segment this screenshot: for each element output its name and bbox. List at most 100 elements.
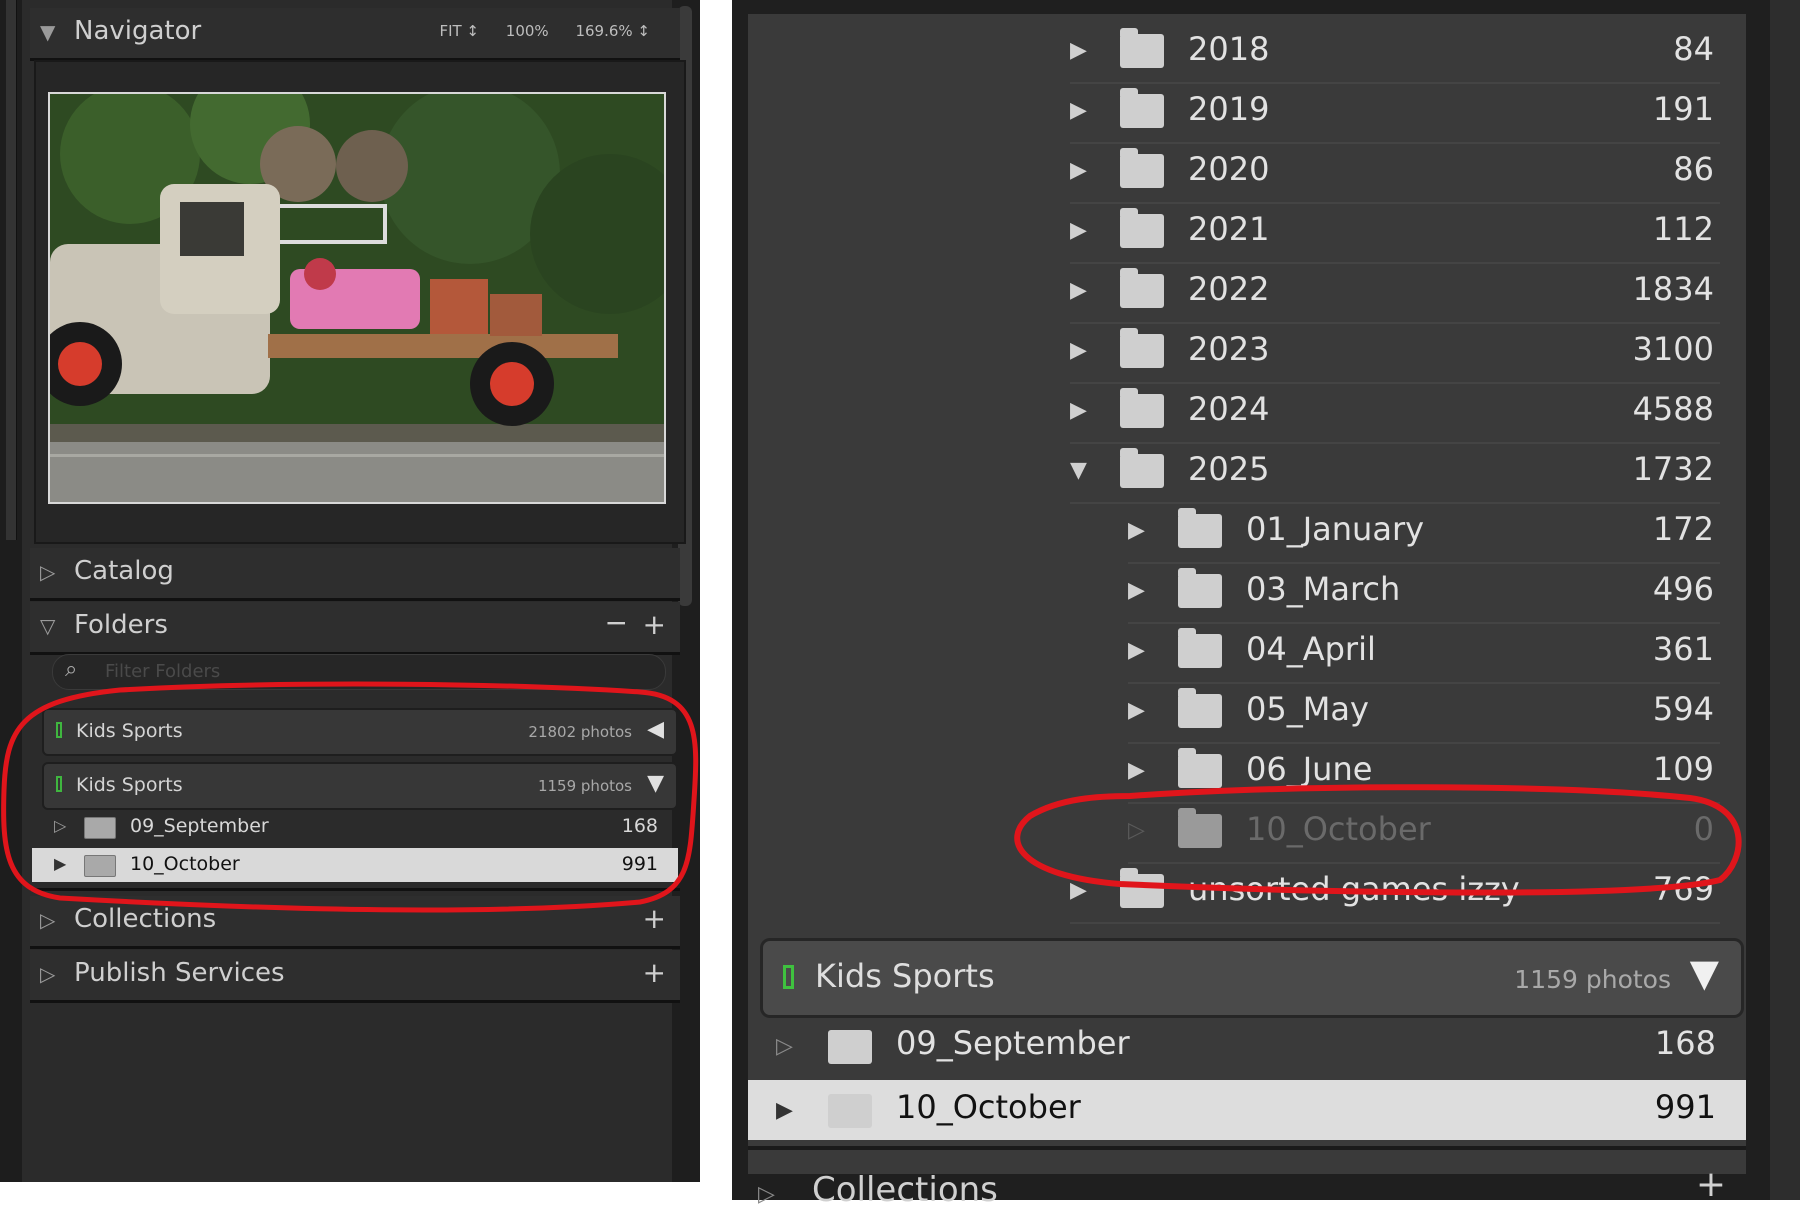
zoomed-volume-source[interactable]: Kids Sports 1159 photos ▼ (760, 938, 1744, 1018)
zoomed-folder-row[interactable]: ▷ 09_September 168 (748, 1016, 1746, 1076)
folder-name: 06_June (1246, 750, 1373, 788)
year-folder-row[interactable]: ▶ 2021 112 (1070, 202, 1720, 264)
filter-folders-input[interactable]: ⌕ Filter Folders (52, 654, 666, 690)
month-folder-row[interactable]: ▷ 10_October 0 (1128, 802, 1720, 864)
expanded-arrow-icon[interactable]: ▼ (647, 771, 664, 796)
expand-triangle-icon[interactable]: ▷ (40, 962, 55, 986)
expand-triangle-icon[interactable]: ▷ (40, 908, 55, 932)
add-publish-service-icon[interactable]: + (643, 956, 666, 989)
folder-count: 361 (1652, 630, 1714, 668)
collections-title: Collections (812, 1170, 998, 1210)
zoom-100[interactable]: 100% (506, 22, 549, 40)
collections-header[interactable]: ▷ Collections + (30, 896, 680, 949)
folder-count: 109 (1652, 750, 1714, 788)
disclosure-triangle-icon[interactable]: ▶ (1128, 638, 1145, 663)
remove-folder-icon[interactable]: − (605, 606, 628, 639)
disclosure-triangle-icon[interactable]: ▶ (1070, 218, 1087, 243)
disclosure-triangle-icon[interactable]: ▶ (776, 1098, 793, 1123)
disclosure-triangle-icon[interactable]: ▼ (1070, 458, 1087, 483)
month-folder-row[interactable]: ▶ 03_March 496 (1128, 562, 1720, 624)
right-scrollbar[interactable] (1770, 0, 1800, 1200)
folder-count: 112 (1652, 210, 1714, 248)
folder-count: 496 (1652, 570, 1714, 608)
disclosure-triangle-icon[interactable]: ▶ (1070, 38, 1087, 63)
zoom-fit[interactable]: FIT ↕ (439, 22, 479, 40)
expand-triangle-icon[interactable]: ▷ (758, 1182, 775, 1207)
navigator-preview-image[interactable] (48, 92, 666, 504)
disclosure-triangle-icon[interactable]: ▷ (1128, 818, 1145, 843)
catalog-title: Catalog (74, 556, 174, 586)
month-folder-row[interactable]: ▶ 04_April 361 (1128, 622, 1720, 684)
folder-name: 2024 (1188, 390, 1270, 428)
expand-triangle-icon[interactable]: ▷ (40, 560, 55, 584)
zoom-custom[interactable]: 169.6% ↕ (575, 22, 650, 40)
filmstrip-edge (6, 0, 17, 540)
disclosure-triangle-icon[interactable]: ▶ (1128, 698, 1145, 723)
publish-services-header[interactable]: ▷ Publish Services + (30, 950, 680, 1003)
catalog-header[interactable]: ▷ Catalog (30, 548, 680, 601)
year-folder-row[interactable]: ▶ 2019 191 (1070, 82, 1720, 144)
folder-row-selected[interactable]: ▶ 10_October 991 (32, 848, 678, 882)
year-folder-row[interactable]: ▶ 2022 1834 (1070, 262, 1720, 324)
zoomed-folder-row-selected[interactable]: ▶ 10_October 991 (748, 1080, 1746, 1140)
collapse-triangle-icon[interactable]: ▽ (40, 614, 55, 638)
folder-row[interactable]: ▷ 09_September 168 (32, 810, 678, 844)
year-folder-row[interactable]: ▶ 2024 4588 (1070, 382, 1720, 444)
disclosure-triangle-icon[interactable]: ▶ (1070, 338, 1087, 363)
zoomed-collections-header[interactable]: ▷ Collections + (748, 1164, 1746, 1224)
disclosure-triangle-icon[interactable]: ▶ (1070, 98, 1087, 123)
folder-name: 05_May (1246, 690, 1369, 728)
disclosure-triangle-icon[interactable]: ▶ (1070, 278, 1087, 303)
volume-name: Kids Sports (76, 774, 183, 796)
volume-count: 1159 photos (537, 777, 632, 795)
folder-name: 2018 (1188, 30, 1270, 68)
volume-name: Kids Sports (815, 957, 995, 995)
folders-title: Folders (74, 610, 168, 640)
folder-count: 991 (621, 853, 658, 875)
left-panel: ▼ Navigator FIT ↕ 100% 169.6% ↕ ▷ Catalo… (0, 0, 700, 1182)
disclosure-triangle-icon[interactable]: ▷ (54, 816, 66, 835)
collapsed-arrow-icon[interactable]: ◀ (647, 717, 664, 742)
folder-name: 2025 (1188, 450, 1270, 488)
disclosure-triangle-icon[interactable]: ▶ (54, 854, 66, 873)
folder-icon (1120, 328, 1164, 368)
volume-source-1[interactable]: Kids Sports 21802 photos ◀ (42, 708, 678, 756)
volume-status-icon (56, 776, 62, 792)
month-folder-row[interactable]: ▶ 01_January 172 (1128, 502, 1720, 564)
disclosure-triangle-icon[interactable]: ▶ (1128, 578, 1145, 603)
publish-services-title: Publish Services (74, 958, 285, 988)
disclosure-triangle-icon[interactable]: ▶ (1070, 158, 1087, 183)
add-folder-icon[interactable]: + (643, 608, 666, 641)
folder-icon (1120, 28, 1164, 68)
year-folder-row[interactable]: ▶ 2018 84 (1070, 22, 1720, 84)
volume-source-2[interactable]: Kids Sports 1159 photos ▼ (42, 762, 678, 810)
unsorted-folder-row[interactable]: ▶ unsorted games izzy 769 (1070, 862, 1720, 924)
search-icon[interactable]: ⌕ (65, 657, 77, 682)
disclosure-triangle-icon[interactable]: ▶ (1128, 758, 1145, 783)
navigator-zoom-options[interactable]: FIT ↕ 100% 169.6% ↕ (417, 22, 650, 40)
disclosure-triangle-icon[interactable]: ▶ (1128, 518, 1145, 543)
navigator-header[interactable]: ▼ Navigator FIT ↕ 100% 169.6% ↕ (30, 8, 680, 61)
folder-name: 10_October (896, 1088, 1081, 1126)
add-collection-icon[interactable]: + (643, 902, 666, 935)
folder-icon (1120, 148, 1164, 188)
month-folder-row[interactable]: ▶ 06_June 109 (1128, 742, 1720, 804)
folder-count: 168 (621, 815, 658, 837)
year-folder-row[interactable]: ▶ 2023 3100 (1070, 322, 1720, 384)
year-folder-row[interactable]: ▶ 2020 86 (1070, 142, 1720, 204)
disclosure-triangle-icon[interactable]: ▷ (776, 1034, 793, 1059)
volume-status-icon (783, 965, 794, 989)
folder-name: 10_October (130, 853, 240, 875)
collapse-triangle-icon[interactable]: ▼ (40, 20, 55, 44)
folder-name: 09_September (896, 1024, 1130, 1062)
add-collection-icon[interactable]: + (1696, 1164, 1726, 1205)
year-folder-row[interactable]: ▼ 2025 1732 (1070, 442, 1720, 504)
folder-icon (1120, 268, 1164, 308)
folders-header[interactable]: ▽ Folders − + (30, 602, 680, 655)
folder-count: 769 (1652, 870, 1714, 908)
expanded-arrow-icon[interactable]: ▼ (1690, 951, 1719, 995)
month-folder-row[interactable]: ▶ 05_May 594 (1128, 682, 1720, 744)
folder-icon (1120, 448, 1164, 488)
disclosure-triangle-icon[interactable]: ▶ (1070, 398, 1087, 423)
disclosure-triangle-icon[interactable]: ▶ (1070, 878, 1087, 903)
